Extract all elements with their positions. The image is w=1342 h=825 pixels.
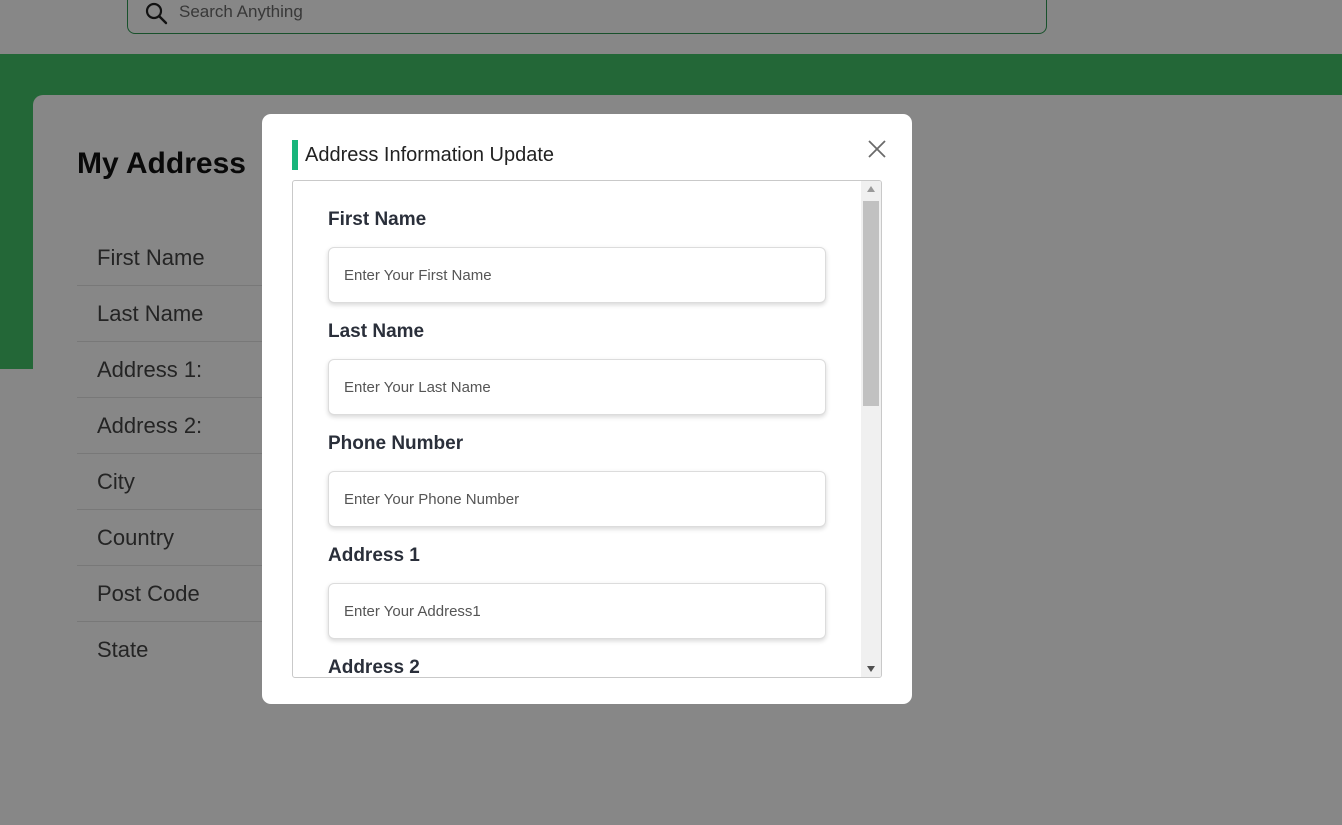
scroll-down-arrow-icon[interactable] (867, 666, 875, 672)
modal-header: Address Information Update (292, 140, 554, 170)
address-2-group: Address 2 (328, 657, 826, 678)
last-name-group: Last Name (328, 321, 826, 415)
last-name-label: Last Name (328, 321, 425, 342)
close-icon[interactable] (866, 138, 888, 160)
first-name-input[interactable] (328, 247, 826, 303)
modal-title: Address Information Update (305, 143, 555, 166)
scrollbar-thumb[interactable] (863, 201, 879, 406)
scroll-up-arrow-icon[interactable] (867, 186, 875, 192)
address-1-group: Address 1 (328, 545, 826, 639)
title-accent-bar (292, 140, 298, 170)
phone-number-group: Phone Number (328, 433, 826, 527)
address-1-label: Address 1 (328, 545, 420, 566)
last-name-input[interactable] (328, 359, 826, 415)
address-1-input[interactable] (328, 583, 826, 639)
form-scrollbar[interactable] (861, 181, 881, 677)
address-update-modal: Address Information Update First Name La… (262, 114, 912, 704)
phone-number-label: Phone Number (328, 433, 464, 454)
first-name-label: First Name (328, 209, 427, 230)
address-2-label: Address 2 (328, 657, 420, 678)
form-scroll-container[interactable]: First Name Last Name Phone Number Addres… (292, 180, 882, 678)
phone-number-input[interactable] (328, 471, 826, 527)
address-form: First Name Last Name Phone Number Addres… (293, 181, 861, 678)
first-name-group: First Name (328, 209, 826, 303)
